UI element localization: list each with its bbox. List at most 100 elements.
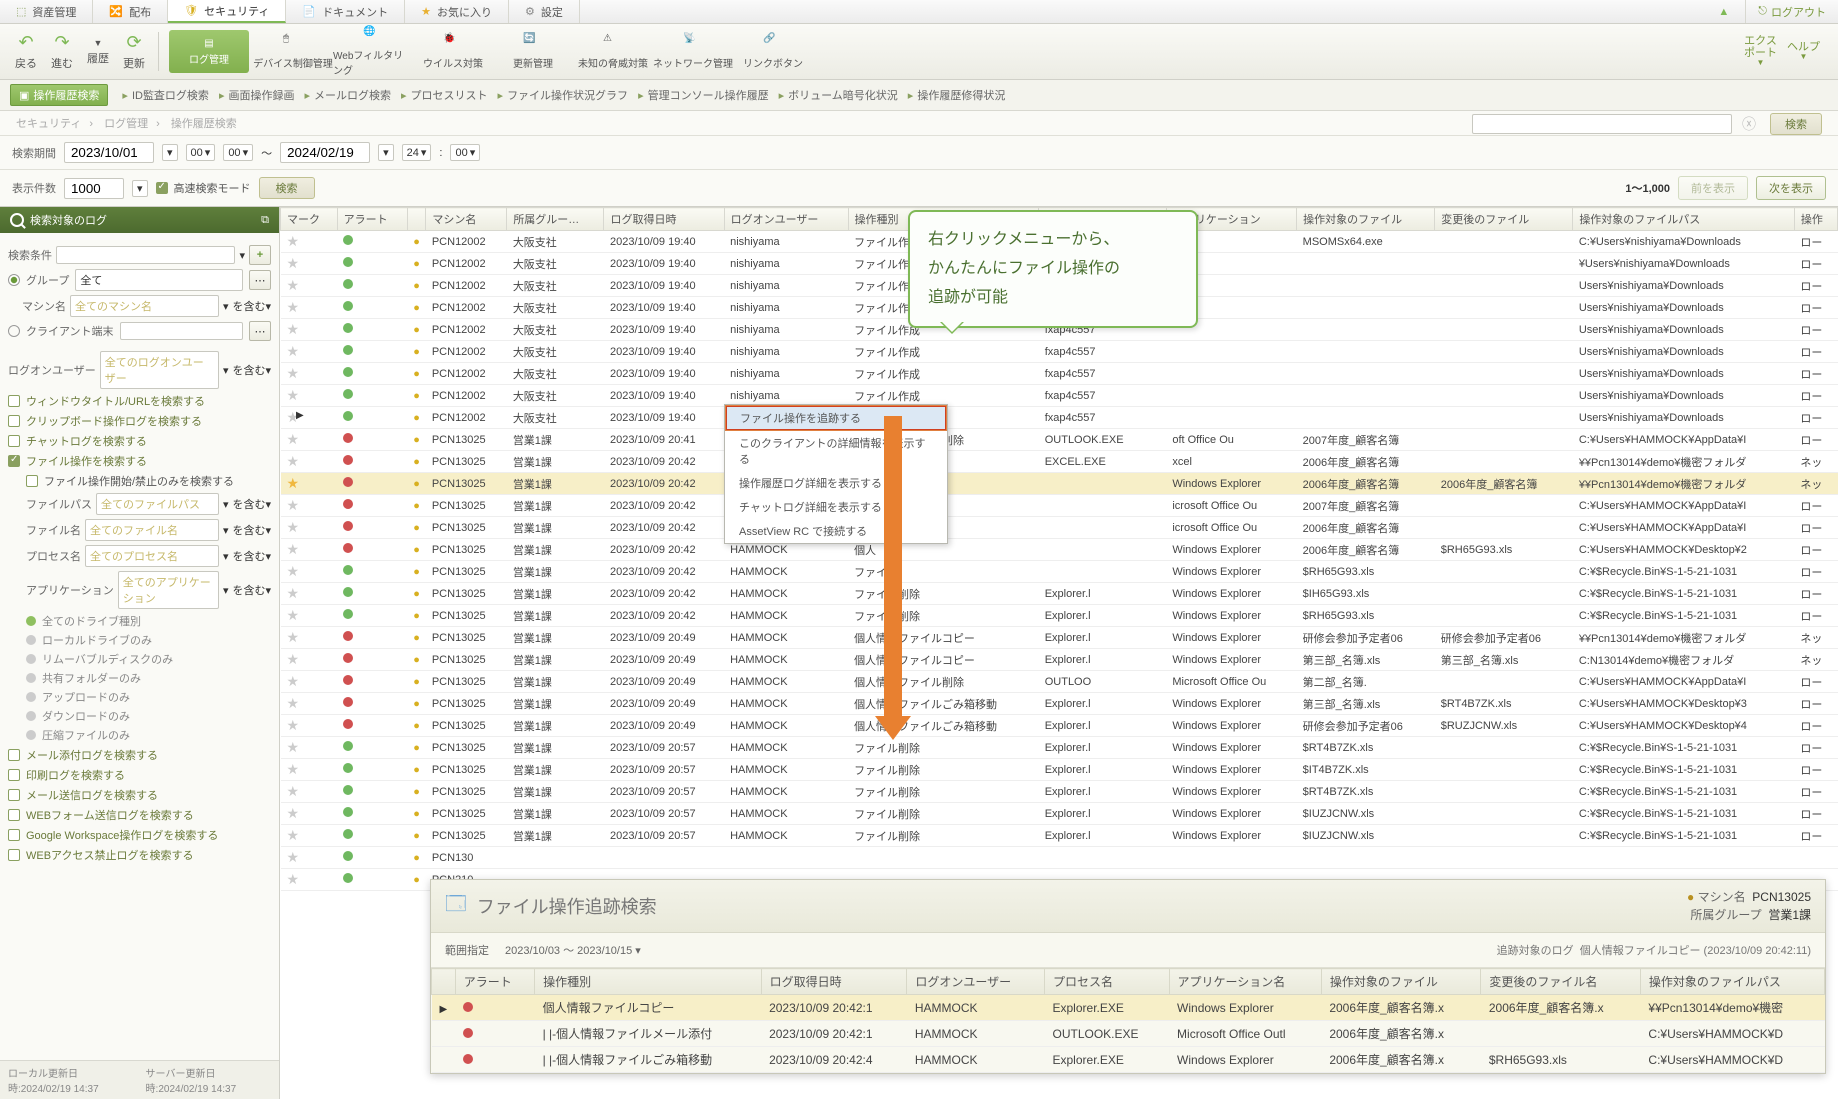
date-from-picker[interactable]: ▾ bbox=[162, 144, 178, 161]
hour-to[interactable]: 24 ▾ bbox=[402, 144, 432, 161]
star-icon[interactable]: ★ bbox=[287, 475, 300, 491]
col-header-5[interactable]: ログ取得日時 bbox=[604, 208, 724, 231]
col-header-2[interactable] bbox=[407, 208, 426, 231]
star-icon[interactable]: ★ bbox=[287, 585, 300, 601]
back-button[interactable]: ↶戻る bbox=[8, 26, 44, 77]
ribbon-2[interactable]: 🐞ウイルス対策 bbox=[413, 26, 493, 77]
reload-button[interactable]: ⟳更新 bbox=[116, 26, 152, 77]
side-check-1[interactable]: クリップボード操作ログを検索する bbox=[8, 413, 271, 429]
more-check-4[interactable]: Google Workspace操作ログを検索する bbox=[8, 827, 271, 843]
filter-contains-0[interactable]: を含む▾ bbox=[232, 496, 271, 512]
date-to-input[interactable] bbox=[280, 142, 370, 163]
tab-1[interactable]: 🔀配布 bbox=[93, 0, 168, 23]
subnav-3[interactable]: ▸ プロセスリスト bbox=[401, 87, 488, 103]
star-icon[interactable]: ★ bbox=[287, 387, 300, 403]
tab-2[interactable]: 🛡セキュリティ bbox=[168, 0, 286, 23]
logon-input[interactable]: 全てのログオンユーザー bbox=[100, 351, 219, 389]
crumb-0[interactable]: セキュリティ bbox=[16, 118, 81, 130]
star-icon[interactable]: ★ bbox=[287, 651, 300, 667]
trace-row[interactable]: ▶個人情報ファイルコピー2023/10/09 20:42:1HAMMOCKExp… bbox=[432, 995, 1825, 1021]
logon-dd[interactable]: ▾ bbox=[223, 364, 229, 377]
drive-option-1[interactable]: ローカルドライブのみ bbox=[26, 632, 271, 648]
filter-dd-2[interactable]: ▾ bbox=[223, 550, 229, 563]
global-search-input[interactable] bbox=[1472, 114, 1732, 134]
help-button[interactable]: ヘルプ▼ bbox=[1787, 41, 1820, 62]
filter-dd-1[interactable]: ▾ bbox=[223, 524, 229, 537]
col-header-6[interactable]: ログオンユーザー bbox=[724, 208, 848, 231]
history-button[interactable]: ▼履歴 bbox=[80, 26, 116, 77]
ribbon-0[interactable]: 🖱デバイス制御管理 bbox=[253, 26, 333, 77]
tab-0[interactable]: ⬚資産管理 bbox=[0, 0, 93, 23]
more-check-3[interactable]: WEBフォーム送信ログを検索する bbox=[8, 807, 271, 823]
star-icon[interactable]: ★ bbox=[287, 827, 300, 843]
machine-input[interactable]: 全てのマシン名 bbox=[70, 295, 219, 317]
star-icon[interactable]: ★ bbox=[287, 497, 300, 513]
trace-col-3[interactable]: ログ取得日時 bbox=[761, 969, 907, 995]
col-header-10[interactable]: 操作対象のファイル bbox=[1297, 208, 1435, 231]
trace-col-7[interactable]: 操作対象のファイル bbox=[1321, 969, 1481, 995]
rows-input[interactable] bbox=[64, 178, 124, 199]
table-row[interactable]: ★●PCN130 bbox=[281, 847, 1838, 869]
cond-dd[interactable]: ▾ bbox=[239, 249, 245, 262]
log-management-button[interactable]: ▤ログ管理 bbox=[169, 30, 249, 73]
table-row[interactable]: ★●PCN12002大阪支社2023/10/09 19:40nishiyamaフ… bbox=[281, 407, 1838, 429]
subnav-7[interactable]: ▸ 操作履歴修得状況 bbox=[908, 87, 1006, 103]
table-row[interactable]: ★●PCN13025営業1課2023/10/09 20:57HAMMOCKファイ… bbox=[281, 803, 1838, 825]
subnav-6[interactable]: ▸ ボリューム暗号化状況 bbox=[779, 87, 898, 103]
filter-dd-3[interactable]: ▾ bbox=[223, 584, 229, 597]
trace-col-4[interactable]: ログオンユーザー bbox=[907, 969, 1045, 995]
machine-dd[interactable]: ▾ bbox=[223, 300, 229, 313]
machine-contains[interactable]: を含む▾ bbox=[232, 298, 271, 314]
filter-contains-2[interactable]: を含む▾ bbox=[232, 548, 271, 564]
ctx-item-0[interactable]: ファイル操作を追跡する bbox=[725, 405, 947, 431]
global-search-button[interactable]: 検索 bbox=[1770, 113, 1822, 135]
star-icon[interactable]: ★ bbox=[287, 255, 300, 271]
table-row[interactable]: ★●PCN13025営業1課2023/10/09 20:49HAMMOCK個人情… bbox=[281, 715, 1838, 737]
logout-link[interactable]: ⎋ログアウト bbox=[1746, 0, 1838, 23]
prev-page-button[interactable]: 前を表示 bbox=[1678, 176, 1748, 200]
table-row[interactable]: ★●PCN13025営業1課2023/10/09 20:49HAMMOCK個人情… bbox=[281, 671, 1838, 693]
table-row[interactable]: ★●PCN13025営業1課2023/10/09 20:42HAMMOCKファイ… bbox=[281, 605, 1838, 627]
col-header-11[interactable]: 変更後のファイル bbox=[1435, 208, 1573, 231]
table-row[interactable]: ★●PCN13025営業1課2023/10/09 20:49HAMMOCK個人情… bbox=[281, 693, 1838, 715]
logon-contains[interactable]: を含む▾ bbox=[232, 362, 271, 378]
star-icon[interactable]: ★ bbox=[287, 299, 300, 315]
more-check-5[interactable]: WEBアクセス禁止ログを検索する bbox=[8, 847, 271, 863]
trace-col-0[interactable] bbox=[432, 969, 456, 995]
drive-option-6[interactable]: 圧縮ファイルのみ bbox=[26, 727, 271, 743]
client-radio[interactable]: クライアント端末 ⋯ bbox=[8, 321, 271, 341]
star-icon[interactable]: ★ bbox=[287, 629, 300, 645]
side-check-3[interactable]: ファイル操作を検索する bbox=[8, 453, 271, 469]
subnav-0[interactable]: ▸ ID監査ログ検索 bbox=[122, 87, 209, 103]
trace-col-2[interactable]: 操作種別 bbox=[535, 969, 762, 995]
col-header-4[interactable]: 所属グルー… bbox=[507, 208, 604, 231]
export-button[interactable]: エクスポート▼ bbox=[1744, 35, 1777, 68]
cond-select[interactable] bbox=[56, 246, 235, 264]
star-icon[interactable]: ★ bbox=[287, 233, 300, 249]
star-icon[interactable]: ★ bbox=[287, 761, 300, 777]
table-row[interactable]: ★●PCN13025営業1課2023/10/09 20:41HAMMOCK個人情… bbox=[281, 429, 1838, 451]
filter-input-3[interactable]: 全てのアプリケーション bbox=[118, 571, 219, 609]
clear-search-icon[interactable]: ⓧ bbox=[1742, 114, 1756, 134]
filter-input-2[interactable]: 全てのプロセス名 bbox=[85, 545, 219, 567]
filter-input-1[interactable]: 全てのファイル名 bbox=[85, 519, 219, 541]
hour-from[interactable]: 00 ▾ bbox=[186, 144, 216, 161]
table-row[interactable]: ★●PCN13025営業1課2023/10/09 20:42HAMMOCK個人W… bbox=[281, 539, 1838, 561]
tab-3[interactable]: 📄ドキュメント bbox=[286, 0, 405, 23]
table-row[interactable]: ★●PCN13025営業1課2023/10/09 20:42HAMMOCK個人i… bbox=[281, 495, 1838, 517]
table-row[interactable]: ★●PCN13025営業1課2023/10/09 20:42HAMMOCK個人W… bbox=[281, 473, 1838, 495]
table-row[interactable]: ★●PCN12002大阪支社2023/10/09 19:40nishiyamaフ… bbox=[281, 341, 1838, 363]
star-icon[interactable]: ★ bbox=[287, 783, 300, 799]
star-icon[interactable]: ★ bbox=[287, 563, 300, 579]
file-sub-check[interactable]: ファイル操作開始/禁止のみを検索する bbox=[26, 473, 271, 489]
min-to[interactable]: 00 ▾ bbox=[450, 144, 480, 161]
table-row[interactable]: ★●PCN13025営業1課2023/10/09 20:42HAMMOCKファイ… bbox=[281, 583, 1838, 605]
star-icon[interactable]: ★ bbox=[287, 871, 300, 887]
star-icon[interactable]: ★ bbox=[287, 695, 300, 711]
subnav-active[interactable]: ▣操作履歴検索 bbox=[10, 84, 108, 106]
min-from[interactable]: 00 ▾ bbox=[223, 144, 253, 161]
trace-col-1[interactable]: アラート bbox=[455, 969, 534, 995]
star-icon[interactable]: ★ bbox=[287, 431, 300, 447]
client-browse[interactable]: ⋯ bbox=[249, 321, 271, 341]
star-icon[interactable]: ★ bbox=[287, 519, 300, 535]
